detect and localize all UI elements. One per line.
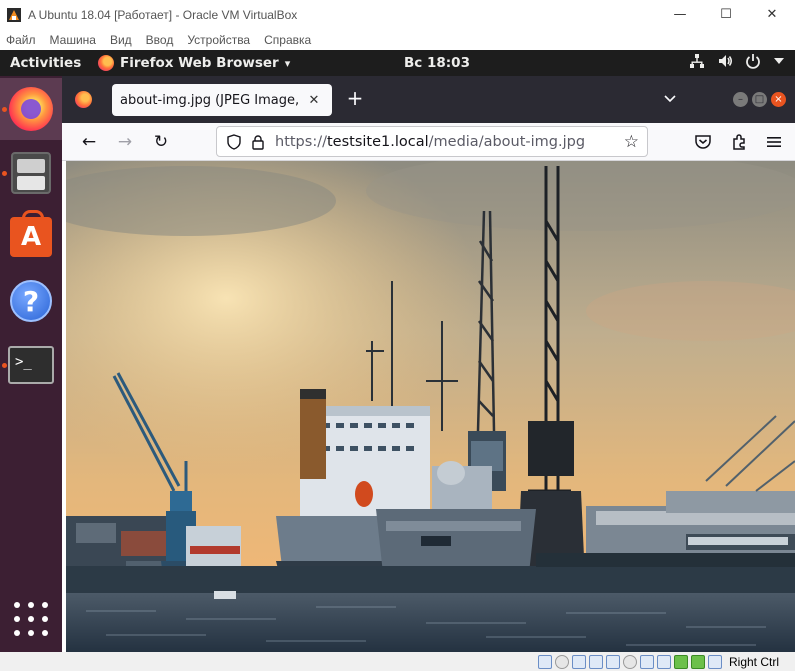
url-text: https://testsite1.local/media/about-img.… <box>275 134 585 150</box>
forward-button[interactable]: → <box>110 127 140 157</box>
close-window-button[interactable]: × <box>771 92 786 107</box>
tab-title: about-img.jpg (JPEG Image, 1920 × 1280 p… <box>120 92 304 108</box>
close-button[interactable]: ✕ <box>749 0 795 29</box>
recording-icon[interactable] <box>656 654 671 669</box>
host-key-label: Right Ctrl <box>728 654 779 669</box>
files-icon <box>11 152 51 194</box>
back-button[interactable]: ← <box>74 127 104 157</box>
audio-icon[interactable] <box>571 654 586 669</box>
new-tab-button[interactable]: + <box>344 87 366 109</box>
firefox-icon <box>9 87 53 131</box>
running-indicator <box>2 171 7 176</box>
firefox-icon <box>98 55 114 71</box>
menu-input[interactable]: Ввод <box>140 33 182 47</box>
menu-file[interactable]: Файл <box>0 33 44 47</box>
chevron-down-icon <box>773 55 785 71</box>
app-menu[interactable]: Firefox Web Browser ▾ <box>98 55 290 71</box>
harbor-photo <box>66 161 795 652</box>
list-all-tabs-icon[interactable] <box>662 90 678 106</box>
vbox-titlebar: A Ubuntu 18.04 [Работает] - Oracle VM Vi… <box>0 0 795 29</box>
ubuntu-software-icon: A <box>10 210 52 257</box>
bookmark-star-icon[interactable]: ☆ <box>624 132 639 152</box>
help-icon: ? <box>10 280 52 322</box>
cpu-activity-icon[interactable] <box>673 654 688 669</box>
network-icon <box>689 53 705 73</box>
dock-firefox[interactable] <box>0 78 62 140</box>
network-adapter-icon[interactable] <box>588 654 603 669</box>
minimize-button[interactable]: — <box>657 0 703 29</box>
running-indicator <box>2 363 7 368</box>
dock-terminal[interactable]: >_ <box>0 334 62 396</box>
pocket-icon[interactable] <box>688 127 718 157</box>
show-applications-icon[interactable] <box>14 602 48 636</box>
app-menu-label: Firefox Web Browser <box>120 55 279 71</box>
reload-button[interactable]: ↻ <box>146 127 176 157</box>
url-path: /media/about-img.jpg <box>428 133 586 150</box>
system-tray[interactable] <box>689 53 785 73</box>
terminal-icon: >_ <box>8 346 54 384</box>
shield-icon[interactable] <box>225 133 243 151</box>
menu-machine[interactable]: Машина <box>44 33 104 47</box>
power-icon <box>745 53 761 73</box>
display-icon[interactable] <box>639 654 654 669</box>
chevron-down-icon: ▾ <box>284 56 291 70</box>
activities-button[interactable]: Activities <box>10 55 81 71</box>
menu-help[interactable]: Справка <box>258 33 319 47</box>
gnome-top-bar: Activities Firefox Web Browser ▾ Вс 18:0… <box>0 50 795 76</box>
optical-drive-icon[interactable] <box>554 654 569 669</box>
menu-devices[interactable]: Устройства <box>181 33 258 47</box>
vbox-status-bar: Right Ctrl <box>0 652 795 671</box>
dock-files[interactable] <box>0 142 62 204</box>
firefox-tab-bar: about-img.jpg (JPEG Image, 1920 × 1280 p… <box>62 76 795 123</box>
vbox-window-title: A Ubuntu 18.04 [Работает] - Oracle VM Vi… <box>28 7 298 22</box>
firefox-view-icon[interactable] <box>75 91 92 108</box>
shared-folders-icon[interactable] <box>622 654 637 669</box>
vbox-menubar: Файл Машина Вид Ввод Устройства Справка <box>0 29 795 50</box>
tab-about-img[interactable]: about-img.jpg (JPEG Image, 1920 × 1280 p… <box>112 84 332 116</box>
virtualbox-icon <box>6 7 22 23</box>
maximize-window-button[interactable]: □ <box>752 92 767 107</box>
maximize-button[interactable]: ☐ <box>703 0 749 29</box>
keyboard-capture-icon[interactable] <box>707 654 722 669</box>
menu-icon[interactable] <box>759 127 789 157</box>
extensions-icon[interactable] <box>724 127 754 157</box>
hard-disk-icon[interactable] <box>537 654 552 669</box>
url-host: testsite1.local <box>326 133 429 150</box>
lock-icon[interactable] <box>249 133 267 151</box>
url-scheme: https:// <box>275 133 327 150</box>
usb-icon[interactable] <box>605 654 620 669</box>
menu-view[interactable]: Вид <box>104 33 140 47</box>
volume-icon <box>717 53 733 73</box>
minimize-window-button[interactable]: – <box>733 92 748 107</box>
ubuntu-dock: A ? >_ <box>0 76 62 652</box>
clock[interactable]: Вс 18:03 <box>404 55 470 71</box>
image-viewer[interactable] <box>66 161 795 652</box>
dock-help[interactable]: ? <box>0 270 62 332</box>
running-indicator <box>2 107 7 112</box>
firefox-nav-bar: ← → ↻ https://testsite1.local/media/abou… <box>62 123 795 161</box>
close-tab-icon[interactable]: ✕ <box>304 93 324 108</box>
mouse-integration-icon[interactable] <box>690 654 705 669</box>
dock-ubuntu-software[interactable]: A <box>0 206 62 268</box>
url-bar[interactable]: https://testsite1.local/media/about-img.… <box>216 126 648 157</box>
